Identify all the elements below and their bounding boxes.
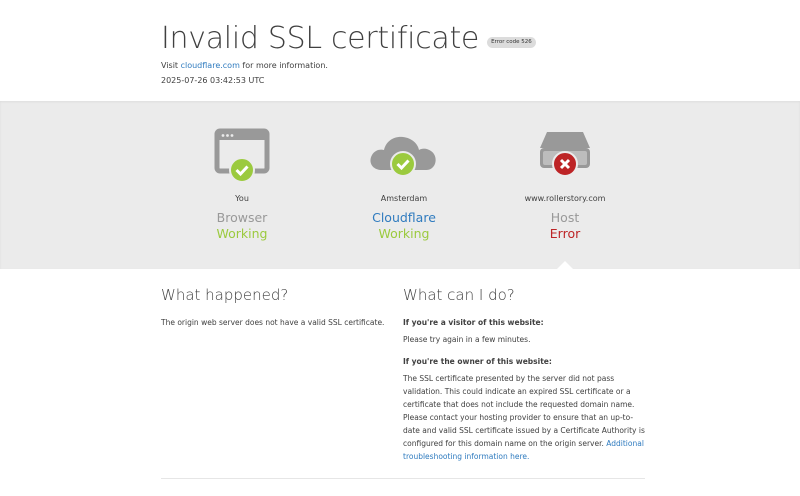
visit-suffix: for more information. [239,61,328,70]
cloudflare-name-link[interactable]: Cloudflare [324,211,484,225]
title-row: Invalid SSL certificate Error code 526 [161,0,645,57]
visitor-text: Please try again in a few minutes. [403,335,531,344]
what-happened-text: The origin web server does not have a va… [161,318,385,327]
node-name: Host [550,210,580,225]
status-diagram: You Browser Working Amsterdam Cloudflare… [0,101,800,270]
visitor-heading: If you're a visitor of this website: [403,318,544,327]
timestamp: 2025-07-26 03:42:53 UTC [161,76,265,85]
what-can-i-do-section: What can I do? If you're a visitor of th… [403,286,645,463]
node-status: Error [549,226,581,241]
node-location: You [235,194,249,203]
server-icon [485,128,645,188]
cloud-icon [324,128,484,188]
owner-text: The SSL certificate presented by the ser… [403,372,645,463]
what-happened-heading: What happened? [161,286,289,304]
visit-line: Visit cloudflare.com for more informatio… [161,60,645,71]
owner-text-body: The SSL certificate presented by the ser… [403,374,645,448]
visit-prefix: Visit [161,61,181,70]
info-section: What happened? The origin web server doe… [161,269,645,463]
node-host: www.rollerstory.com Host Error [485,128,645,241]
browser-icon [162,128,322,188]
node-name: Browser [216,210,268,225]
node-location: www.rollerstory.com [524,194,606,203]
what-can-i-do-heading: What can I do? [403,286,515,304]
footer-divider [161,478,645,479]
owner-heading: If you're the owner of this website: [403,357,552,366]
error-code-badge: Error code 526 [487,36,536,48]
page-title: Invalid SSL certificate [161,21,480,56]
node-status: Working [216,226,268,241]
node-status: Working [378,226,430,241]
what-happened-section: What happened? The origin web server doe… [161,286,403,463]
node-cloudflare: Amsterdam Cloudflare Working [324,128,484,241]
node-browser: You Browser Working [162,128,322,241]
node-location: Amsterdam [380,194,428,203]
cloudflare-link[interactable]: cloudflare.com [181,61,240,70]
header: Invalid SSL certificate Error code 526 V… [0,0,800,101]
